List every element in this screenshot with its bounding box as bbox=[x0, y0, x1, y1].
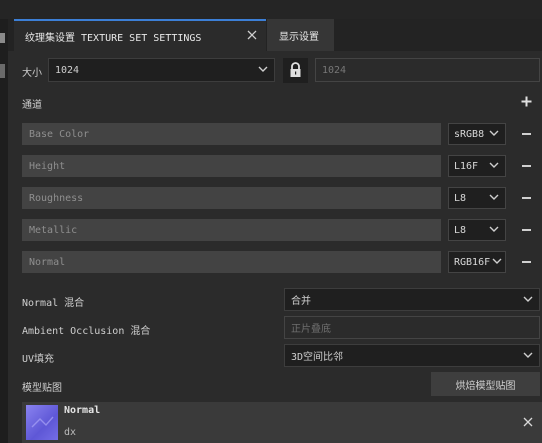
channel-format-value: L8 bbox=[454, 224, 467, 236]
bake-button-label: 烘焙模型贴图 bbox=[455, 380, 516, 392]
channel-name: Roughness bbox=[29, 192, 84, 204]
channel-name: Base Color bbox=[29, 128, 90, 140]
uv-padding-value: 3D空间比邻 bbox=[291, 352, 344, 363]
ao-mix-select: 正片叠底 bbox=[284, 316, 540, 339]
mesh-maps-title: 模型贴图 bbox=[22, 383, 62, 394]
channel-row: Base Color bbox=[22, 123, 441, 145]
mesh-map-name: Normal bbox=[64, 405, 101, 416]
mesh-map-sub: dx bbox=[64, 427, 77, 438]
tab-texture-set-settings[interactable]: 纹理集设置 TEXTURE SET SETTINGS bbox=[14, 19, 266, 51]
close-icon bbox=[523, 417, 533, 427]
channel-format-select[interactable]: L8 bbox=[448, 187, 506, 209]
channel-name: Metallic bbox=[29, 224, 78, 236]
uv-padding-label: UV填充 bbox=[22, 354, 55, 365]
remove-channel-button[interactable] bbox=[522, 197, 531, 199]
uv-padding-select[interactable]: 3D空间比邻 bbox=[284, 344, 540, 367]
remove-channel-button[interactable] bbox=[522, 261, 531, 263]
mesh-map-item[interactable]: Normal dx bbox=[22, 402, 542, 443]
channel-format-select[interactable]: L8 bbox=[448, 219, 506, 241]
lock-button[interactable] bbox=[283, 58, 308, 83]
chevron-down-icon bbox=[489, 130, 499, 136]
left-gutter bbox=[0, 19, 8, 443]
top-strip bbox=[0, 0, 542, 19]
channel-format-value: sRGB8 bbox=[454, 128, 485, 140]
linked-size-field: 1024 bbox=[315, 58, 540, 82]
remove-channel-button[interactable] bbox=[522, 229, 531, 231]
remove-channel-button[interactable] bbox=[522, 165, 531, 167]
tab-label: 纹理集设置 TEXTURE SET SETTINGS bbox=[25, 32, 202, 44]
add-channel-button[interactable] bbox=[521, 96, 532, 110]
close-icon[interactable] bbox=[247, 30, 257, 43]
chevron-down-icon bbox=[489, 194, 499, 200]
remove-mesh-map-button[interactable] bbox=[523, 417, 533, 430]
normal-mix-value: 合并 bbox=[291, 296, 311, 307]
size-value: 1024 bbox=[55, 64, 80, 76]
channel-format-value: L16F bbox=[454, 160, 479, 172]
channel-format-select[interactable]: RGB16F bbox=[448, 251, 506, 273]
channel-format-select[interactable]: L16F bbox=[448, 155, 506, 177]
lock-icon bbox=[290, 62, 301, 77]
bake-mesh-maps-button[interactable]: 烘焙模型贴图 bbox=[431, 372, 540, 396]
chevron-down-icon bbox=[258, 66, 268, 72]
channel-row: Roughness bbox=[22, 187, 441, 209]
chevron-down-icon bbox=[523, 296, 533, 302]
tab-display-settings[interactable]: 显示设置 bbox=[267, 19, 334, 51]
channel-name: Height bbox=[29, 160, 66, 172]
chevron-down-icon bbox=[492, 258, 502, 264]
chevron-down-icon bbox=[489, 162, 499, 168]
size-label: 大小 bbox=[22, 68, 42, 79]
panel-handle-icon[interactable] bbox=[0, 64, 5, 78]
channel-row: Height bbox=[22, 155, 441, 177]
normal-mix-label: Normal 混合 bbox=[22, 298, 85, 309]
ao-mix-placeholder: 正片叠底 bbox=[291, 324, 331, 335]
channel-name: Normal bbox=[29, 256, 66, 268]
channel-format-select[interactable]: sRGB8 bbox=[448, 123, 506, 145]
remove-channel-button[interactable] bbox=[522, 133, 531, 135]
channel-format-value: RGB16F bbox=[454, 256, 491, 268]
channel-row: Normal bbox=[22, 251, 441, 273]
chevron-down-icon bbox=[489, 226, 499, 232]
panel-handle-icon[interactable] bbox=[0, 33, 5, 43]
normal-map-thumbnail bbox=[26, 405, 58, 440]
chevron-down-icon bbox=[523, 352, 533, 358]
plus-icon bbox=[521, 96, 532, 107]
channels-title: 通道 bbox=[22, 100, 42, 111]
ao-mix-label: Ambient Occlusion 混合 bbox=[22, 326, 151, 337]
linked-size-value: 1024 bbox=[322, 64, 347, 76]
tab-label: 显示设置 bbox=[279, 31, 319, 43]
channel-format-value: L8 bbox=[454, 192, 467, 204]
channel-row: Metallic bbox=[22, 219, 441, 241]
normal-mix-select[interactable]: 合并 bbox=[284, 288, 540, 311]
size-select[interactable]: 1024 bbox=[48, 58, 275, 82]
